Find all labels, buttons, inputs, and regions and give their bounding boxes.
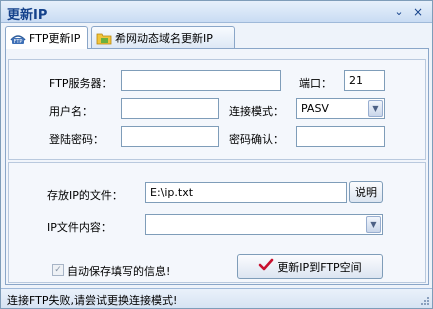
help-button[interactable]: 说明 [349, 181, 383, 203]
folder-icon [96, 31, 112, 45]
password-input[interactable] [121, 126, 219, 147]
status-bar: 连接FTP失败,请尝试更换连接模式! [1, 288, 432, 308]
tab-ftp-update[interactable]: FTP FTP更新IP [5, 26, 88, 49]
server-input[interactable] [121, 70, 281, 91]
svg-text:FTP: FTP [14, 39, 23, 45]
password-label: 登陆密码： [49, 133, 104, 146]
chevron-down-icon[interactable]: ▼ [368, 100, 383, 117]
mode-select[interactable]: PASV ▼ [296, 98, 385, 119]
update-ip-ftp-button-label: 更新IP到FTP空间 [277, 260, 362, 274]
ip-file-content-select[interactable]: ▼ [145, 214, 383, 235]
chevron-down-icon[interactable]: ▼ [366, 216, 381, 233]
checkmark-icon [258, 258, 274, 275]
server-label: FTP服务器： [49, 77, 113, 90]
tab-panel: FTP服务器： 端口： 21 用户名： 连接模式： PASV ▼ 登陆密码： 密… [5, 48, 429, 285]
ip-file-path-label: 存放IP的文件： [47, 189, 123, 202]
autosave-checkbox[interactable]: ✓ [52, 264, 64, 276]
tab-xiwang-ddns[interactable]: 希网动态域名更新IP [91, 26, 235, 48]
collapse-button[interactable]: ⌄ [392, 5, 406, 19]
ip-file-path-input[interactable]: E:\ip.txt [145, 182, 347, 203]
confirm-password-label: 密码确认： [229, 133, 284, 146]
ip-file-content-label: IP文件内容： [47, 221, 112, 234]
port-input[interactable]: 21 [344, 70, 385, 91]
ftp-settings-group: FTP服务器： 端口： 21 用户名： 连接模式： PASV ▼ 登陆密码： 密… [8, 59, 426, 160]
tab-ftp-update-label: FTP更新IP [29, 32, 81, 45]
ftp-icon: FTP [10, 31, 26, 45]
confirm-password-input[interactable] [296, 126, 385, 147]
help-button-label: 说明 [355, 186, 377, 199]
title-bar: 更新IP ⌄ × [1, 1, 432, 23]
update-ip-ftp-button[interactable]: 更新IP到FTP空间 [237, 254, 383, 279]
resize-grip-icon[interactable] [420, 296, 430, 306]
status-message: 连接FTP失败,请尝试更换连接模式! [7, 294, 178, 307]
username-input[interactable] [121, 98, 219, 119]
autosave-label: 自动保存填写的信息! [67, 265, 171, 278]
main-window: 更新IP ⌄ × FTP FTP更新IP 希网动态域名更新IP FTP服务器： … [0, 0, 433, 309]
mode-select-value: PASV [301, 102, 329, 115]
username-label: 用户名： [49, 105, 93, 118]
close-button[interactable]: × [411, 5, 425, 19]
mode-label: 连接模式： [229, 105, 284, 118]
tab-xiwang-ddns-label: 希网动态域名更新IP [115, 31, 213, 45]
window-title: 更新IP [7, 8, 48, 23]
port-label: 端口： [299, 77, 332, 90]
